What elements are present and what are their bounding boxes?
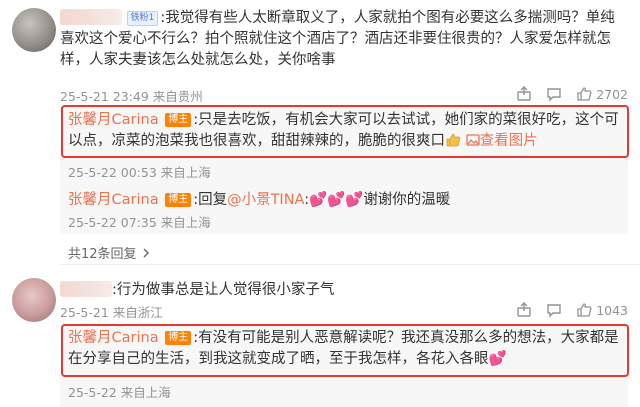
share-icon[interactable] — [516, 86, 532, 102]
share-icon[interactable] — [516, 302, 532, 318]
reply-meta: 25-5-22 07:35 来自上海 — [68, 215, 211, 230]
comment-body: :行为做事总是让人觉得很小家子气 — [60, 280, 628, 301]
thumbs-up-icon — [577, 87, 592, 101]
comment-body: 铁粉1:我觉得有些人太断章取义了，人家就拍个图有必要这么多揣测吗？单纯喜欢这个爱… — [60, 8, 628, 71]
comment-icon[interactable] — [546, 302, 562, 318]
comment-thread-1: 铁粉1:我觉得有些人太断章取义了，人家就拍个图有必要这么多揣测吗？单纯喜欢这个爱… — [0, 0, 640, 262]
highlight-frame — [61, 324, 629, 377]
comment-icon[interactable] — [546, 86, 562, 102]
highlight-frame — [61, 105, 629, 158]
author-badge: 博主 — [165, 193, 192, 207]
reply-username[interactable]: 张馨月Carina — [68, 192, 159, 208]
mention-link[interactable]: @小景TINA — [227, 192, 304, 208]
comment-time-location: 25-5-21 来自浙江 — [60, 305, 163, 320]
comment-thread-2: :行为做事总是让人觉得很小家子气 25-5-21 来自浙江 1043 张馨月Ca… — [0, 262, 640, 407]
reply-2: 张馨月Carina 博主:回复@小景TINA:💕💕💕谢谢你的温暖 — [68, 192, 451, 208]
avatar[interactable] — [12, 278, 56, 322]
like-button[interactable]: 2702 — [576, 86, 628, 102]
like-count: 2702 — [596, 86, 628, 102]
heart-emoji-icon: 💕 — [309, 192, 328, 208]
comment-time-location: 25-5-21 23:49 来自贵州 — [60, 89, 203, 104]
like-count: 1043 — [596, 302, 628, 318]
fan-badge: 铁粉1 — [126, 11, 159, 26]
heart-emoji-icon: 💕 — [327, 192, 346, 208]
comment-text: :行为做事总是让人觉得很小家子气 — [112, 282, 335, 298]
comment-meta: 25-5-21 23:49 来自贵州 2702 — [60, 86, 640, 104]
chevron-right-icon — [143, 248, 149, 258]
thumbs-up-icon — [577, 303, 592, 317]
reply-meta: 25-5-22 来自上海 — [68, 385, 171, 400]
heart-emoji-icon: 💕 — [345, 192, 364, 208]
like-button[interactable]: 1043 — [576, 302, 628, 318]
comment-meta: 25-5-21 来自浙江 1043 — [60, 302, 640, 320]
username-blurred[interactable] — [60, 281, 112, 297]
more-replies-link[interactable]: 共12条回复 — [68, 243, 151, 262]
reply-meta: 25-5-22 00:53 来自上海 — [68, 165, 211, 180]
avatar[interactable] — [12, 8, 56, 52]
username-blurred[interactable] — [60, 9, 122, 25]
